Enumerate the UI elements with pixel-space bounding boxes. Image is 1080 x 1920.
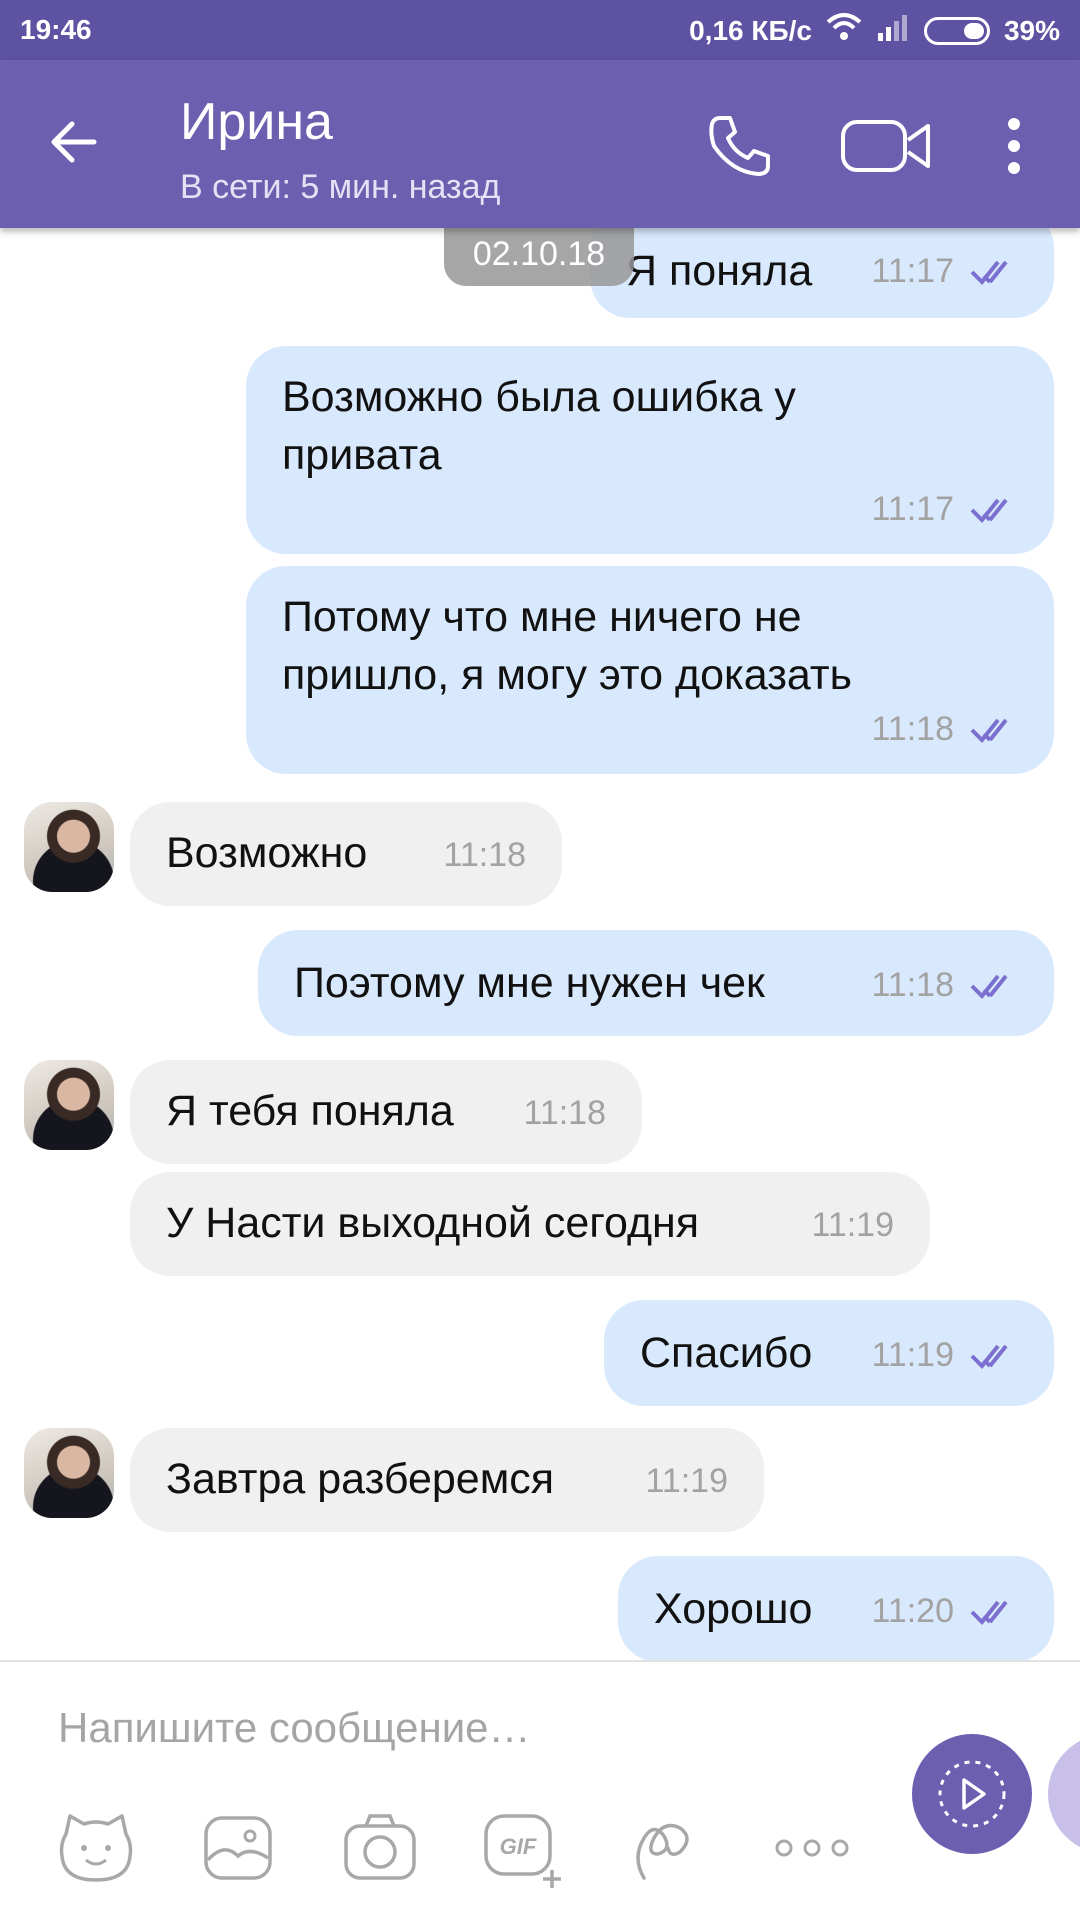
- phone-icon: [709, 116, 770, 176]
- outgoing-message[interactable]: Хорошо 11:20: [618, 1556, 1054, 1660]
- call-button[interactable]: [706, 112, 774, 180]
- read-ticks-icon: [970, 974, 1008, 999]
- wifi-icon: [826, 12, 862, 49]
- incoming-message[interactable]: У Насти выходной сегодня 11:19: [130, 1172, 930, 1276]
- read-ticks-icon: [970, 718, 1008, 743]
- date-separator: 02.10.18: [444, 228, 634, 286]
- doodle-icon: [636, 1823, 689, 1880]
- net-speed: 0,16 КБ/с: [689, 14, 812, 46]
- gallery-icon: [204, 1816, 272, 1880]
- message-text: Поэтому мне нужен чек: [294, 959, 765, 1007]
- outgoing-message[interactable]: Возможно была ошибка у привата 11:17: [246, 346, 1054, 554]
- message-time: 11:17: [871, 490, 954, 528]
- message-time: 11:19: [811, 1206, 894, 1244]
- message-text: Потому что мне ничего не пришло, я могу …: [282, 593, 852, 699]
- more-options-button[interactable]: [994, 116, 1034, 176]
- message-time: 11:17: [871, 252, 954, 290]
- message-text: Возможно: [166, 829, 368, 877]
- gif-icon: GIF: [484, 1814, 561, 1888]
- read-ticks-icon: [970, 498, 1008, 523]
- message-time: 11:20: [871, 1592, 954, 1630]
- message-text: Возможно была ошибка у привата: [282, 373, 796, 479]
- message-list[interactable]: 02.10.18 Я поняла 11:17 Возможно была ош…: [0, 228, 1080, 1660]
- chat-screen: 19:46 0,16 КБ/с 39% Ирина В сети: 5 мин.…: [0, 0, 1080, 1920]
- outgoing-message[interactable]: Поэтому мне нужен чек 11:18: [258, 930, 1054, 1036]
- message-text: Хорошо: [654, 1585, 813, 1633]
- message-input[interactable]: [56, 1692, 860, 1764]
- message-time: 11:18: [871, 966, 954, 1004]
- status-time: 19:46: [20, 14, 92, 45]
- video-call-button[interactable]: [840, 114, 932, 178]
- back-button[interactable]: [44, 112, 124, 176]
- chat-header: Ирина В сети: 5 мин. назад: [0, 60, 1080, 228]
- message-text: Завтра разберемся: [166, 1455, 555, 1503]
- more-horiz-icon: [775, 1839, 849, 1857]
- read-ticks-icon: [970, 1600, 1008, 1625]
- send-play-icon: [938, 1760, 1006, 1828]
- incoming-message[interactable]: Возможно 11:18: [130, 802, 562, 906]
- sticker-button[interactable]: [56, 1808, 136, 1888]
- send-button[interactable]: [912, 1734, 1032, 1854]
- more-tools-button[interactable]: [772, 1808, 852, 1888]
- contact-name[interactable]: Ирина: [180, 92, 333, 152]
- contact-avatar[interactable]: [24, 802, 114, 892]
- arrow-left-icon: [51, 121, 97, 163]
- battery-icon: [923, 16, 990, 45]
- message-text: У Насти выходной сегодня: [166, 1199, 700, 1247]
- doodle-button[interactable]: [624, 1808, 704, 1888]
- message-time: 11:18: [523, 1094, 606, 1132]
- composer: GIF: [0, 1660, 1080, 1920]
- camera-icon: [344, 1814, 416, 1880]
- outgoing-message[interactable]: Я поняла 11:17: [590, 228, 1054, 318]
- sticker-icon: [59, 1814, 133, 1882]
- message-text: Я тебя поняла: [166, 1087, 454, 1135]
- contact-avatar[interactable]: [24, 1428, 114, 1518]
- message-time: 11:18: [871, 710, 954, 748]
- gif-button[interactable]: GIF: [482, 1808, 562, 1888]
- message-text: Я поняла: [626, 247, 813, 295]
- message-time: 11:19: [871, 1336, 954, 1374]
- secondary-action-button[interactable]: [1048, 1734, 1080, 1854]
- outgoing-message[interactable]: Спасибо 11:19: [604, 1300, 1054, 1406]
- gallery-button[interactable]: [198, 1808, 278, 1888]
- signal-icon: [876, 13, 910, 48]
- message-time: 11:19: [645, 1462, 728, 1500]
- read-ticks-icon: [970, 260, 1008, 285]
- camera-button[interactable]: [340, 1808, 420, 1888]
- gif-label: GIF: [500, 1834, 537, 1859]
- contact-avatar[interactable]: [24, 1060, 114, 1150]
- battery-level: 39%: [1003, 14, 1060, 46]
- incoming-message[interactable]: Завтра разберемся 11:19: [130, 1428, 764, 1532]
- outgoing-message[interactable]: Потому что мне ничего не пришло, я могу …: [246, 566, 1054, 774]
- more-vert-icon: [1008, 118, 1020, 174]
- read-ticks-icon: [970, 1344, 1008, 1369]
- incoming-message[interactable]: Я тебя поняла 11:18: [130, 1060, 642, 1164]
- message-time: 11:18: [443, 836, 526, 874]
- message-text: Спасибо: [640, 1329, 813, 1377]
- status-indicators: 0,16 КБ/с 39%: [689, 12, 1060, 49]
- video-camera-icon: [841, 120, 930, 172]
- status-bar: 19:46 0,16 КБ/с 39%: [0, 0, 1080, 60]
- contact-status: В сети: 5 мин. назад: [180, 168, 501, 206]
